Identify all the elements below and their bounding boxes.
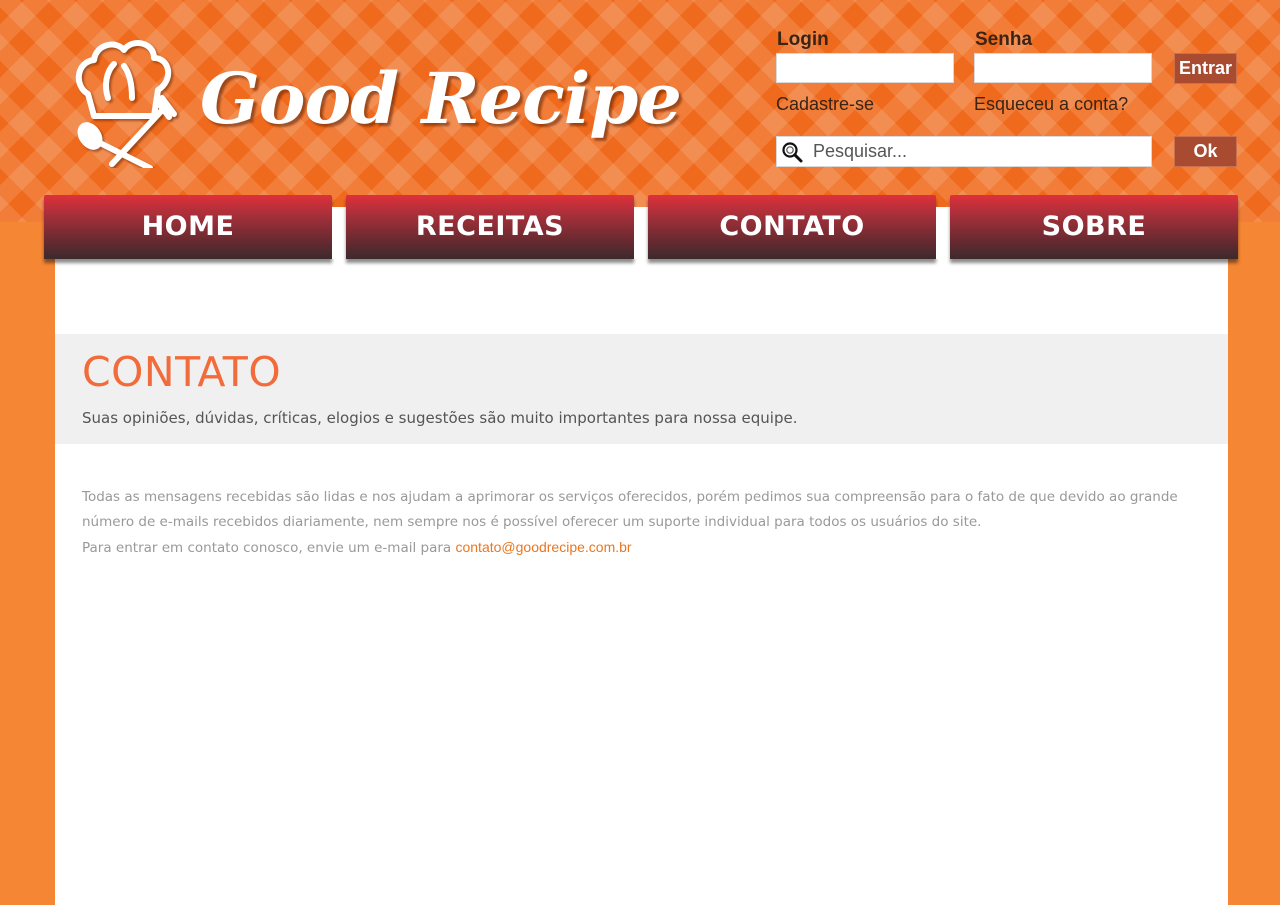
site-logo[interactable]: Good Recipe (70, 36, 682, 168)
contact-email-link[interactable]: contato@goodrecipe.com.br (455, 539, 631, 555)
login-submit-button[interactable]: Entrar (1174, 53, 1237, 84)
login-input[interactable] (776, 53, 954, 83)
password-label: Senha (975, 29, 1033, 50)
main-content: CONTATO Suas opiniões, dúvidas, críticas… (55, 259, 1228, 905)
main-nav: HOME RECEITAS CONTATO SOBRE (44, 195, 1238, 265)
nav-item-home[interactable]: HOME (44, 195, 332, 259)
search-input[interactable] (807, 137, 1147, 166)
search-bar (776, 136, 1152, 167)
nav-item-sobre[interactable]: SOBRE (950, 195, 1238, 259)
nav-item-receitas[interactable]: RECEITAS (346, 195, 634, 259)
magnifier-icon (782, 142, 803, 163)
site-header: Good Recipe Login Senha Entrar Cadastre-… (0, 0, 1280, 222)
logo-wordmark: Good Recipe (200, 57, 682, 140)
nav-divider (936, 207, 950, 259)
search-submit-button[interactable]: Ok (1174, 136, 1237, 167)
page-title: CONTATO (82, 348, 282, 396)
nav-divider (634, 207, 648, 259)
contact-instruction: Para entrar em contato conosco, envie um… (82, 540, 456, 556)
nav-divider (332, 207, 346, 259)
chef-hat-spoon-fork-icon (76, 40, 177, 168)
contact-paragraph: Todas as mensagens recebidas são lidas e… (82, 489, 1178, 530)
page-subtitle: Suas opiniões, dúvidas, críticas, elogio… (82, 409, 798, 427)
login-label: Login (777, 29, 829, 50)
password-input[interactable] (974, 53, 1152, 83)
signup-link[interactable]: Cadastre-se (776, 94, 874, 115)
forgot-account-link[interactable]: Esqueceu a conta? (974, 94, 1128, 115)
nav-item-contato[interactable]: CONTATO (648, 195, 936, 259)
page-header-band: CONTATO Suas opiniões, dúvidas, críticas… (55, 334, 1228, 444)
contact-body: Todas as mensagens recebidas são lidas e… (82, 485, 1207, 561)
